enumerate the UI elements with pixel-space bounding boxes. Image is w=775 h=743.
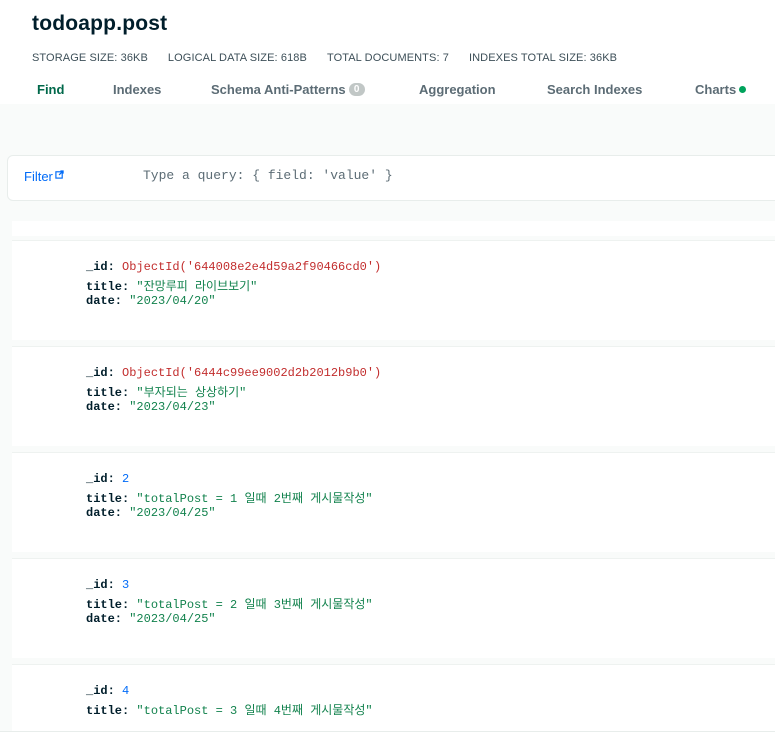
field-value: 3 bbox=[122, 578, 130, 592]
field-key: title: bbox=[86, 704, 130, 718]
field-date: date: "2023/04/25" bbox=[86, 612, 216, 626]
field-value: "2023/04/25" bbox=[129, 506, 216, 520]
tab-find[interactable]: Find bbox=[37, 82, 64, 97]
field-key: _id: bbox=[86, 578, 115, 592]
field-value: 4 bbox=[122, 684, 130, 698]
external-link-icon bbox=[55, 167, 64, 182]
document-card[interactable]: _id: 3 title: "totalPost = 2 일때 3번째 게시물작… bbox=[12, 558, 775, 658]
stat-indexes-total-size: INDEXES TOTAL SIZE: 36KB bbox=[468, 52, 618, 64]
tab-label: Search Indexes bbox=[547, 82, 643, 97]
field-value: "2023/04/20" bbox=[129, 294, 216, 308]
field-value: "2023/04/25" bbox=[129, 612, 216, 626]
field-key: title: bbox=[86, 492, 130, 506]
tab-label: Charts bbox=[695, 82, 737, 97]
collection-title: todoapp.post bbox=[32, 12, 168, 35]
field-key: date: bbox=[86, 612, 123, 626]
field-id: _id: 3 bbox=[86, 578, 129, 592]
tab-label: Schema Anti-Patterns bbox=[211, 82, 346, 97]
field-value: ObjectId('6444c99ee9002d2b2012b9b0') bbox=[122, 366, 382, 380]
document-card[interactable]: _id: 2 title: "totalPost = 1 일때 2번째 게시물작… bbox=[12, 452, 775, 552]
collection-header: todoapp.post STORAGE SIZE: 36KB LOGICAL … bbox=[0, 0, 775, 104]
document-card[interactable]: _id: ObjectId('6444c99ee9002d2b2012b9b0'… bbox=[12, 346, 775, 446]
field-date: date: "2023/04/20" bbox=[86, 294, 216, 308]
field-key: title: bbox=[86, 280, 130, 294]
field-id: _id: ObjectId('644008e2e4d59a2f90466cd0'… bbox=[86, 260, 381, 274]
field-key: _id: bbox=[86, 260, 115, 274]
documents-panel: Filter _id: ObjectId('644008e2e4d59a2f90… bbox=[0, 104, 775, 731]
schema-count-badge: 0 bbox=[348, 83, 365, 96]
field-key: date: bbox=[86, 294, 123, 308]
field-value: ObjectId('644008e2e4d59a2f90466cd0') bbox=[122, 260, 382, 274]
field-id: _id: ObjectId('6444c99ee9002d2b2012b9b0'… bbox=[86, 366, 381, 380]
window-bottom-edge bbox=[0, 731, 775, 743]
document-card[interactable]: _id: 4 title: "totalPost = 3 일때 4번째 게시물작… bbox=[12, 664, 775, 731]
tab-charts[interactable]: Charts bbox=[695, 82, 747, 97]
field-key: date: bbox=[86, 506, 123, 520]
field-id: _id: 4 bbox=[86, 684, 129, 698]
field-key: title: bbox=[86, 598, 130, 612]
field-key: _id: bbox=[86, 472, 115, 486]
field-value: "totalPost = 3 일때 4번째 게시물작성" bbox=[136, 704, 373, 718]
results-toolbar bbox=[12, 221, 775, 236]
field-date: date: "2023/04/23" bbox=[86, 400, 216, 414]
collection-stats: STORAGE SIZE: 36KB LOGICAL DATA SIZE: 61… bbox=[32, 52, 617, 64]
stat-storage-size: STORAGE SIZE: 36KB bbox=[32, 52, 148, 64]
field-title: title: "부자되는 상상하기" bbox=[86, 383, 246, 400]
tab-label: Find bbox=[37, 82, 65, 97]
field-title: title: "totalPost = 1 일때 2번째 게시물작성" bbox=[86, 489, 373, 506]
tab-label: Aggregation bbox=[419, 82, 496, 97]
stat-total-documents: TOTAL DOCUMENTS: 7 bbox=[326, 52, 449, 64]
stat-logical-data-size: LOGICAL DATA SIZE: 618B bbox=[167, 52, 307, 64]
field-value: "2023/04/23" bbox=[129, 400, 216, 414]
tab-search-indexes[interactable]: Search Indexes bbox=[547, 82, 642, 97]
query-input[interactable] bbox=[143, 168, 743, 183]
filter-link[interactable]: Filter bbox=[24, 169, 64, 184]
field-key: title: bbox=[86, 386, 130, 400]
field-value: "잔망루피 라이브보기" bbox=[136, 280, 258, 294]
filter-label: Filter bbox=[24, 169, 53, 184]
field-title: title: "totalPost = 2 일때 3번째 게시물작성" bbox=[86, 595, 373, 612]
tab-indexes[interactable]: Indexes bbox=[113, 82, 161, 97]
field-value: 2 bbox=[122, 472, 130, 486]
field-date: date: "2023/04/25" bbox=[86, 506, 216, 520]
field-title: title: "잔망루피 라이브보기" bbox=[86, 277, 257, 294]
status-dot-icon bbox=[739, 86, 747, 93]
tab-label: Indexes bbox=[113, 82, 162, 97]
collection-tabs: Find Indexes Schema Anti-Patterns 0 Aggr… bbox=[37, 82, 775, 102]
field-value: "totalPost = 2 일때 3번째 게시물작성" bbox=[136, 598, 373, 612]
field-value: "부자되는 상상하기" bbox=[136, 386, 247, 400]
tab-schema-anti-patterns[interactable]: Schema Anti-Patterns 0 bbox=[211, 82, 365, 97]
tab-aggregation[interactable]: Aggregation bbox=[419, 82, 496, 97]
field-value: "totalPost = 1 일때 2번째 게시물작성" bbox=[136, 492, 373, 506]
document-card[interactable]: _id: ObjectId('644008e2e4d59a2f90466cd0'… bbox=[12, 240, 775, 340]
field-key: _id: bbox=[86, 684, 115, 698]
field-key: date: bbox=[86, 400, 123, 414]
field-title: title: "totalPost = 3 일때 4번째 게시물작성" bbox=[86, 701, 373, 718]
filter-bar: Filter bbox=[7, 155, 775, 201]
field-id: _id: 2 bbox=[86, 472, 129, 486]
field-key: _id: bbox=[86, 366, 115, 380]
